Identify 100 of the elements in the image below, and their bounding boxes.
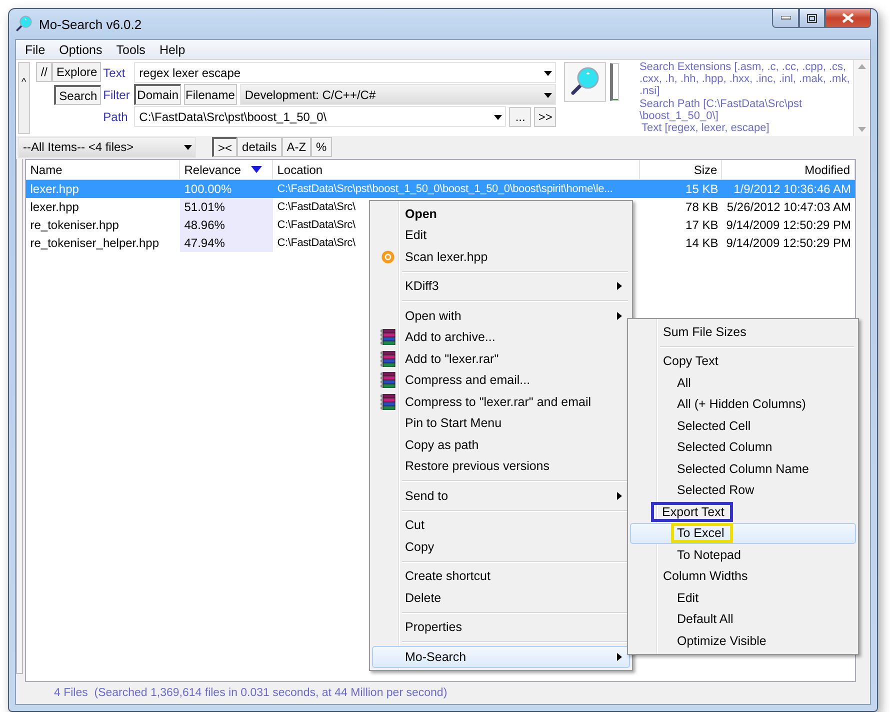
maximize-button[interactable] — [799, 9, 825, 28]
close-button[interactable] — [825, 9, 871, 28]
menu-item[interactable]: Scan lexer.hpp — [372, 246, 630, 268]
text-field[interactable]: regex lexer escape — [134, 62, 556, 83]
next-button[interactable]: >> — [534, 106, 556, 126]
minimize-icon — [780, 16, 790, 20]
view-button[interactable]: >< — [212, 137, 238, 157]
menu-item[interactable]: Sum File Sizes — [630, 321, 856, 342]
ring-icon — [380, 250, 394, 264]
menu-item[interactable]: Pin to Start Menu — [372, 412, 630, 434]
search-summary: Text [regex, lexer, escape] — [640, 122, 770, 134]
menu-item[interactable]: Selected Cell — [630, 415, 856, 436]
menu-item[interactable]: Open with — [372, 305, 630, 326]
view-button[interactable]: A-Z — [282, 137, 312, 157]
table-cell-text: re_tokeniser.hpp — [29, 217, 120, 234]
menu-item[interactable]: KDiff3 — [372, 276, 630, 297]
menu-item[interactable]: Send to — [372, 485, 630, 506]
table-cell-text: lexer.hpp — [29, 181, 80, 198]
table-cell-text: 100.00% — [183, 181, 233, 198]
filter-toggle[interactable]: Filename — [184, 84, 237, 105]
sort-descending-icon — [250, 166, 262, 173]
view-button[interactable]: details — [237, 137, 282, 157]
menu-item[interactable]: Add to archive... — [372, 326, 630, 348]
menu-item[interactable]: Help — [152, 42, 192, 56]
table-cell-text: 14 KB — [684, 235, 720, 252]
search-summary: Search Extensions [.asm, .c, .cc, .cpp, .cs, .cxx, .h, .hh, .hpp, .hxx, .inc, .inl, .mak, .mk, .nsi] — [639, 61, 851, 98]
menu-item[interactable]: All — [630, 372, 856, 394]
scrollbar[interactable] — [853, 60, 870, 136]
table-cell-text: 9/14/2009 12:50:29 PM — [725, 235, 852, 252]
table-cell-text: 9/14/2009 12:50:29 PM — [725, 217, 852, 234]
table-cell-text: C:\FastData\Src\ — [276, 218, 356, 233]
items-dropdown[interactable]: --All Items-- <4 files> — [18, 136, 196, 158]
menu-item[interactable]: Delete — [372, 587, 630, 608]
menu-item[interactable]: Selected Row — [630, 480, 856, 501]
window-title: Mo-Search v6.0.2 — [39, 16, 142, 32]
path-field[interactable]: C:\FastData\Src\pst\boost_1_50_0\ — [134, 106, 506, 127]
search-button[interactable] — [564, 62, 606, 102]
menu-item[interactable]: Cut — [372, 514, 630, 536]
menu-item[interactable]: Copy Text — [630, 350, 856, 372]
menu-item[interactable]: Properties — [372, 616, 630, 638]
field-label: Path — [103, 110, 129, 124]
table-cell-text: lexer.hpp — [29, 199, 80, 216]
books-icon — [380, 372, 396, 388]
view-button[interactable]: % — [311, 137, 332, 157]
menu-item[interactable]: To Notepad — [630, 544, 856, 566]
search-summary: Search Path [C:\FastData\Src\pst \boost_1_50_0\] — [639, 98, 804, 122]
books-icon — [380, 394, 396, 410]
menu-item[interactable]: Column Widths — [630, 566, 856, 587]
table-cell: 48.96% — [180, 216, 274, 234]
menu-item[interactable]: Selected Column Name — [630, 458, 856, 480]
menu-item[interactable]: File — [18, 42, 52, 56]
scroll-up-icon — [858, 64, 866, 69]
regex-button[interactable]: // — [36, 62, 52, 82]
table-cell-text: C:\FastData\Src\pst\boost_1_50_0\boost_1_50_0\boost\spirit\home\le... — [276, 182, 614, 197]
menu-item[interactable]: Open — [372, 203, 630, 224]
menu-item[interactable]: Create shortcut — [372, 566, 630, 587]
highlight-frame: Export Text — [651, 502, 734, 522]
explore-button[interactable]: Explore — [52, 62, 102, 82]
search-mode-button[interactable]: Search — [54, 85, 102, 105]
field-label: Text — [103, 66, 126, 80]
status-text: 4 Files (Searched 1,369,614 files in 0.031 seconds, at 44 Million per second) — [53, 686, 448, 701]
filter-toggle[interactable]: Domain — [134, 84, 181, 105]
scroll-down-icon — [858, 127, 866, 132]
menu-item[interactable]: Default All — [630, 608, 856, 630]
table-cell-text: 78 KB — [684, 199, 720, 216]
books-icon — [380, 329, 396, 346]
menu-item[interactable]: Compress to "lexer.rar" and email — [372, 391, 630, 412]
menu-item[interactable]: Optimize Visible — [630, 630, 856, 652]
table-cell: 47.94% — [180, 234, 274, 252]
table-cell-text: 17 KB — [684, 217, 720, 234]
minimize-button[interactable] — [772, 9, 799, 28]
highlight-frame: To Excel — [671, 523, 734, 544]
table-cell-text: C:\FastData\Src\ — [276, 200, 356, 215]
table-cell: 51.01% — [180, 198, 274, 216]
menu-item[interactable]: Mo-Search — [372, 646, 630, 668]
menu-item[interactable]: Compress and email... — [372, 370, 630, 391]
table-cell-text: 15 KB — [684, 181, 720, 198]
menu-item[interactable]: All (+ Hidden Columns) — [630, 394, 856, 415]
menu-item[interactable]: Add to "lexer.rar" — [372, 348, 630, 370]
search-icon — [568, 66, 601, 98]
menu-item[interactable]: Copy — [372, 536, 630, 558]
menu-item[interactable]: To Excel — [630, 522, 856, 544]
table-cell-text: re_tokeniser_helper.hpp — [29, 235, 160, 252]
collapse-button[interactable]: ^ — [18, 62, 30, 134]
books-icon — [380, 350, 396, 367]
menu-item[interactable]: Selected Column — [630, 436, 856, 458]
search-icon — [15, 15, 33, 33]
menu-item[interactable]: Edit — [372, 224, 630, 246]
table-cell-text: 5/26/2012 10:47:03 AM — [726, 199, 852, 216]
filter-dropdown[interactable]: Development: C/C++/C# — [240, 84, 556, 105]
menu-item[interactable]: Options — [52, 42, 110, 56]
browse-button[interactable]: ... — [509, 106, 532, 126]
menu-item[interactable]: Copy as path — [372, 434, 630, 456]
menu-item[interactable]: Restore previous versions — [372, 456, 630, 477]
field-label: Filter — [103, 88, 131, 102]
table-cell-text: C:\FastData\Src\ — [276, 236, 356, 251]
menu-item[interactable]: Tools — [109, 42, 152, 56]
maximize-icon — [807, 14, 817, 22]
menu-item[interactable]: Export Text — [630, 501, 856, 522]
menu-item[interactable]: Edit — [630, 587, 856, 608]
